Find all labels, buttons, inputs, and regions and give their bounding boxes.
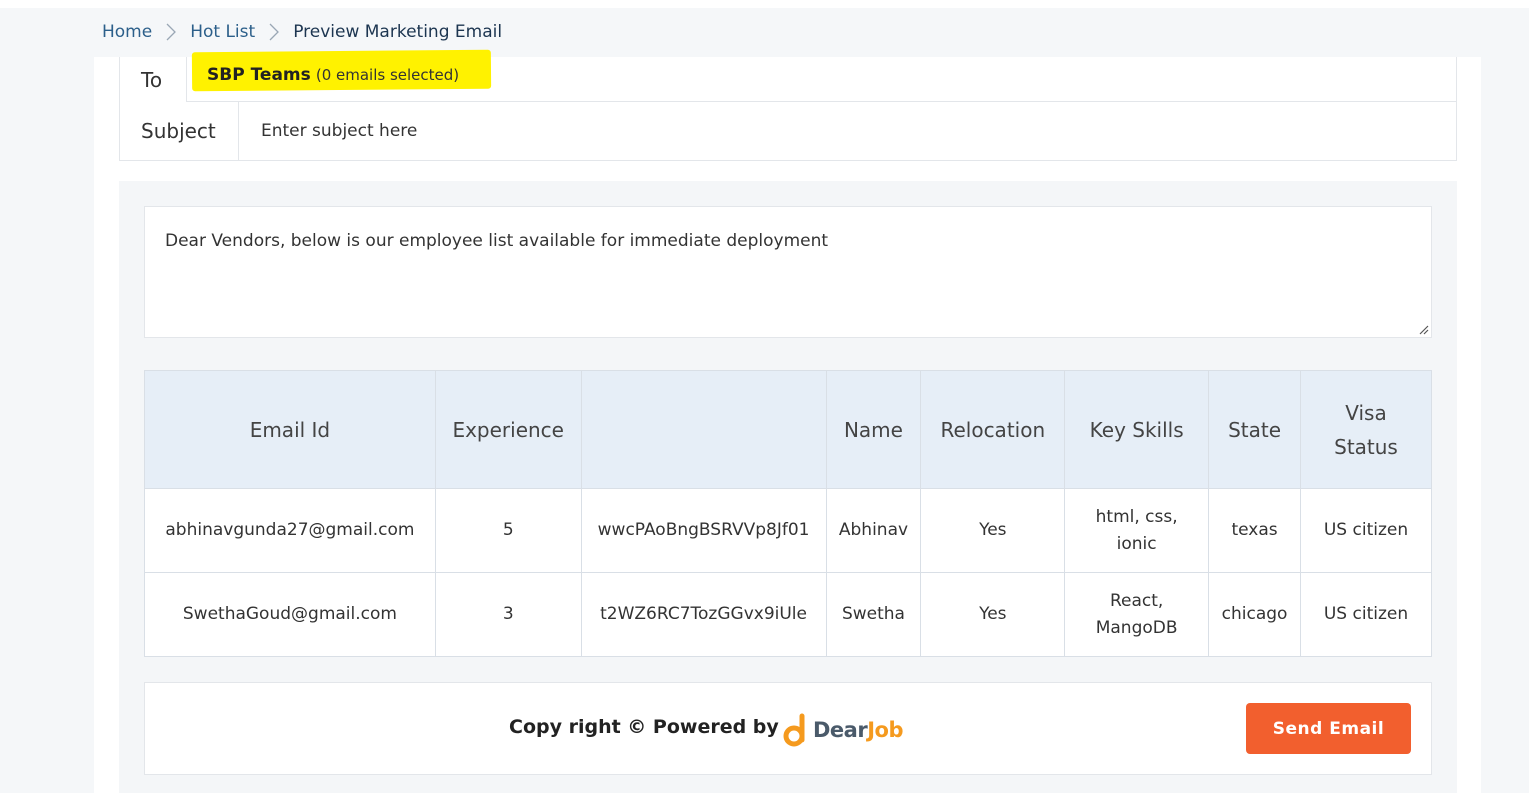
header-blank	[580, 370, 827, 489]
message-textarea[interactable]: Dear Vendors, below is our employee list…	[144, 206, 1432, 338]
cell-state: chicago	[1208, 572, 1301, 657]
table-row: abhinavgunda27@gmail.com 5 wwcPAoBngBSRV…	[144, 488, 1432, 573]
header-state: State	[1208, 370, 1301, 489]
breadcrumb-hot-list[interactable]: Hot List	[190, 22, 255, 42]
subject-label: Subject	[119, 102, 238, 161]
header-key-skills: Key Skills	[1064, 370, 1210, 489]
cell-state: texas	[1208, 488, 1301, 573]
cell-visa-status: US citizen	[1300, 488, 1432, 573]
cell-name: Swetha	[825, 572, 922, 657]
cell-experience: 3	[434, 572, 582, 657]
cell-id: wwcPAoBngBSRVVp8Jf01	[580, 488, 827, 573]
subject-input[interactable]	[238, 102, 1457, 161]
cell-name: Abhinav	[825, 488, 922, 573]
to-row: To SBP Teams (0 emails selected)	[119, 49, 1457, 102]
header-relocation: Relocation	[920, 370, 1066, 489]
employee-table: Email Id Experience Name Relocation Key …	[144, 370, 1432, 657]
to-label: To	[119, 57, 186, 102]
breadcrumb-current: Preview Marketing Email	[293, 22, 503, 42]
logo-text-dear: Dear	[813, 718, 868, 742]
to-text: SBP Teams (0 emails selected)	[207, 65, 459, 85]
email-preview-card: To SBP Teams (0 emails selected) Subject…	[94, 49, 1481, 793]
header-experience: Experience	[434, 370, 582, 489]
cell-visa-status: US citizen	[1300, 572, 1432, 657]
to-team: SBP Teams	[207, 65, 311, 85]
cell-id: t2WZ6RC7TozGGvx9iUle	[580, 572, 827, 657]
table-header-row: Email Id Experience Name Relocation Key …	[144, 370, 1432, 489]
header-name: Name	[825, 370, 922, 489]
breadcrumb-home[interactable]: Home	[102, 22, 152, 42]
chevron-right-icon	[255, 22, 293, 42]
subject-row: Subject	[119, 102, 1457, 161]
cell-email: SwethaGoud@gmail.com	[144, 572, 436, 657]
header-visa-status: Visa Status	[1300, 370, 1432, 489]
cell-email: abhinavgunda27@gmail.com	[144, 488, 436, 573]
message-text: Dear Vendors, below is our employee list…	[165, 231, 829, 251]
logo-text: DearJob	[813, 718, 903, 742]
cell-key-skills: html, css, ionic	[1064, 488, 1210, 573]
cell-key-skills: React, MangoDB	[1064, 572, 1210, 657]
table-row: SwethaGoud@gmail.com 3 t2WZ6RC7TozGGvx9i…	[144, 572, 1432, 657]
email-footer: Copy right © Powered by DearJob Send Ema…	[144, 682, 1432, 775]
header-email-id: Email Id	[144, 370, 436, 489]
top-strip	[0, 0, 1529, 8]
logo-text-job: Job	[867, 718, 903, 742]
cell-relocation: Yes	[920, 488, 1066, 573]
cell-experience: 5	[434, 488, 582, 573]
to-count: (0 emails selected)	[315, 66, 460, 84]
chevron-right-icon	[152, 22, 190, 42]
email-body-panel: Dear Vendors, below is our employee list…	[119, 181, 1457, 793]
resize-grip-icon[interactable]	[1419, 325, 1429, 335]
dearjob-mark-icon	[783, 713, 805, 747]
send-email-button[interactable]: Send Email	[1246, 703, 1411, 754]
cell-relocation: Yes	[920, 572, 1066, 657]
breadcrumb: Home Hot List Preview Marketing Email	[102, 20, 502, 44]
to-recipients[interactable]: SBP Teams (0 emails selected)	[186, 49, 1457, 102]
copyright-text: Copy right © Powered by	[509, 716, 779, 738]
dearjob-logo-icon: DearJob	[783, 709, 903, 751]
